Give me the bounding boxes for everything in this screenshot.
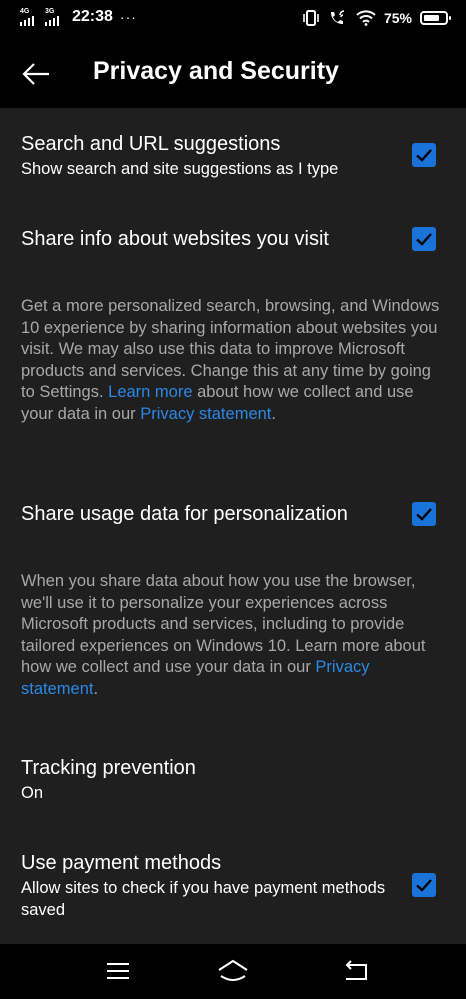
share-website-info-checkbox[interactable] [412, 227, 436, 251]
network-type-label: 4G [20, 8, 30, 15]
setting-tracking-prevention[interactable]: Tracking prevention On [21, 755, 401, 804]
wifi-calling-icon [330, 10, 345, 24]
setting-payment-methods[interactable]: Use payment methods Allow sites to check… [21, 850, 401, 921]
setting-value: On [21, 784, 44, 802]
search-suggestions-checkbox[interactable] [412, 143, 436, 167]
setting-share-website-info[interactable]: Share info about websites you visit [21, 226, 401, 252]
back-arrow-icon[interactable] [16, 54, 56, 94]
menu-icon[interactable] [103, 958, 133, 984]
system-nav-bar [0, 944, 466, 999]
description-text: . [93, 679, 99, 698]
page-title: Privacy and Security [93, 57, 339, 85]
share-website-info-description: Get a more personalized search, browsing… [21, 296, 447, 425]
learn-more-link[interactable]: Learn more [108, 383, 192, 401]
setting-title: Tracking prevention [21, 757, 196, 779]
setting-search-suggestions[interactable]: Search and URL suggestions Show search a… [21, 131, 401, 180]
description-text: . [271, 404, 276, 423]
app-header: Privacy and Security [0, 38, 466, 108]
setting-share-usage-data[interactable]: Share usage data for personalization [21, 501, 401, 527]
payment-methods-checkbox[interactable] [412, 873, 436, 897]
network-type-label: 3G [45, 8, 55, 15]
screen: 4G 3G 22:38 ··· 75% Privacy and Security… [0, 0, 466, 999]
signal-3g-icon: 3G [45, 8, 65, 26]
setting-title: Share usage data for personalization [21, 503, 348, 525]
battery-fill [424, 15, 439, 21]
setting-subtitle: Allow sites to check if you have payment… [21, 879, 386, 919]
setting-subtitle: Show search and site suggestions as I ty… [21, 160, 339, 178]
status-bar: 4G 3G 22:38 ··· 75% [0, 0, 466, 38]
setting-title: Share info about websites you visit [21, 228, 329, 250]
overflow-dots: ··· [119, 9, 137, 25]
share-usage-data-checkbox[interactable] [412, 502, 436, 526]
back-icon[interactable] [341, 958, 371, 984]
status-right: 75% [302, 9, 451, 27]
battery-icon [420, 11, 451, 25]
share-usage-data-description: When you share data about how you use th… [21, 571, 447, 700]
home-icon[interactable] [217, 958, 249, 984]
battery-percent: 75% [383, 10, 412, 26]
status-time: 22:38 [72, 8, 113, 25]
privacy-statement-link[interactable]: Privacy statement [140, 405, 271, 423]
setting-title: Use payment methods [21, 852, 222, 874]
vibrate-icon [303, 10, 319, 26]
signal-4g-icon: 4G [20, 8, 40, 26]
status-left: 4G 3G 22:38 ··· [20, 8, 137, 26]
wifi-icon [356, 10, 376, 26]
setting-title: Search and URL suggestions [21, 133, 281, 155]
